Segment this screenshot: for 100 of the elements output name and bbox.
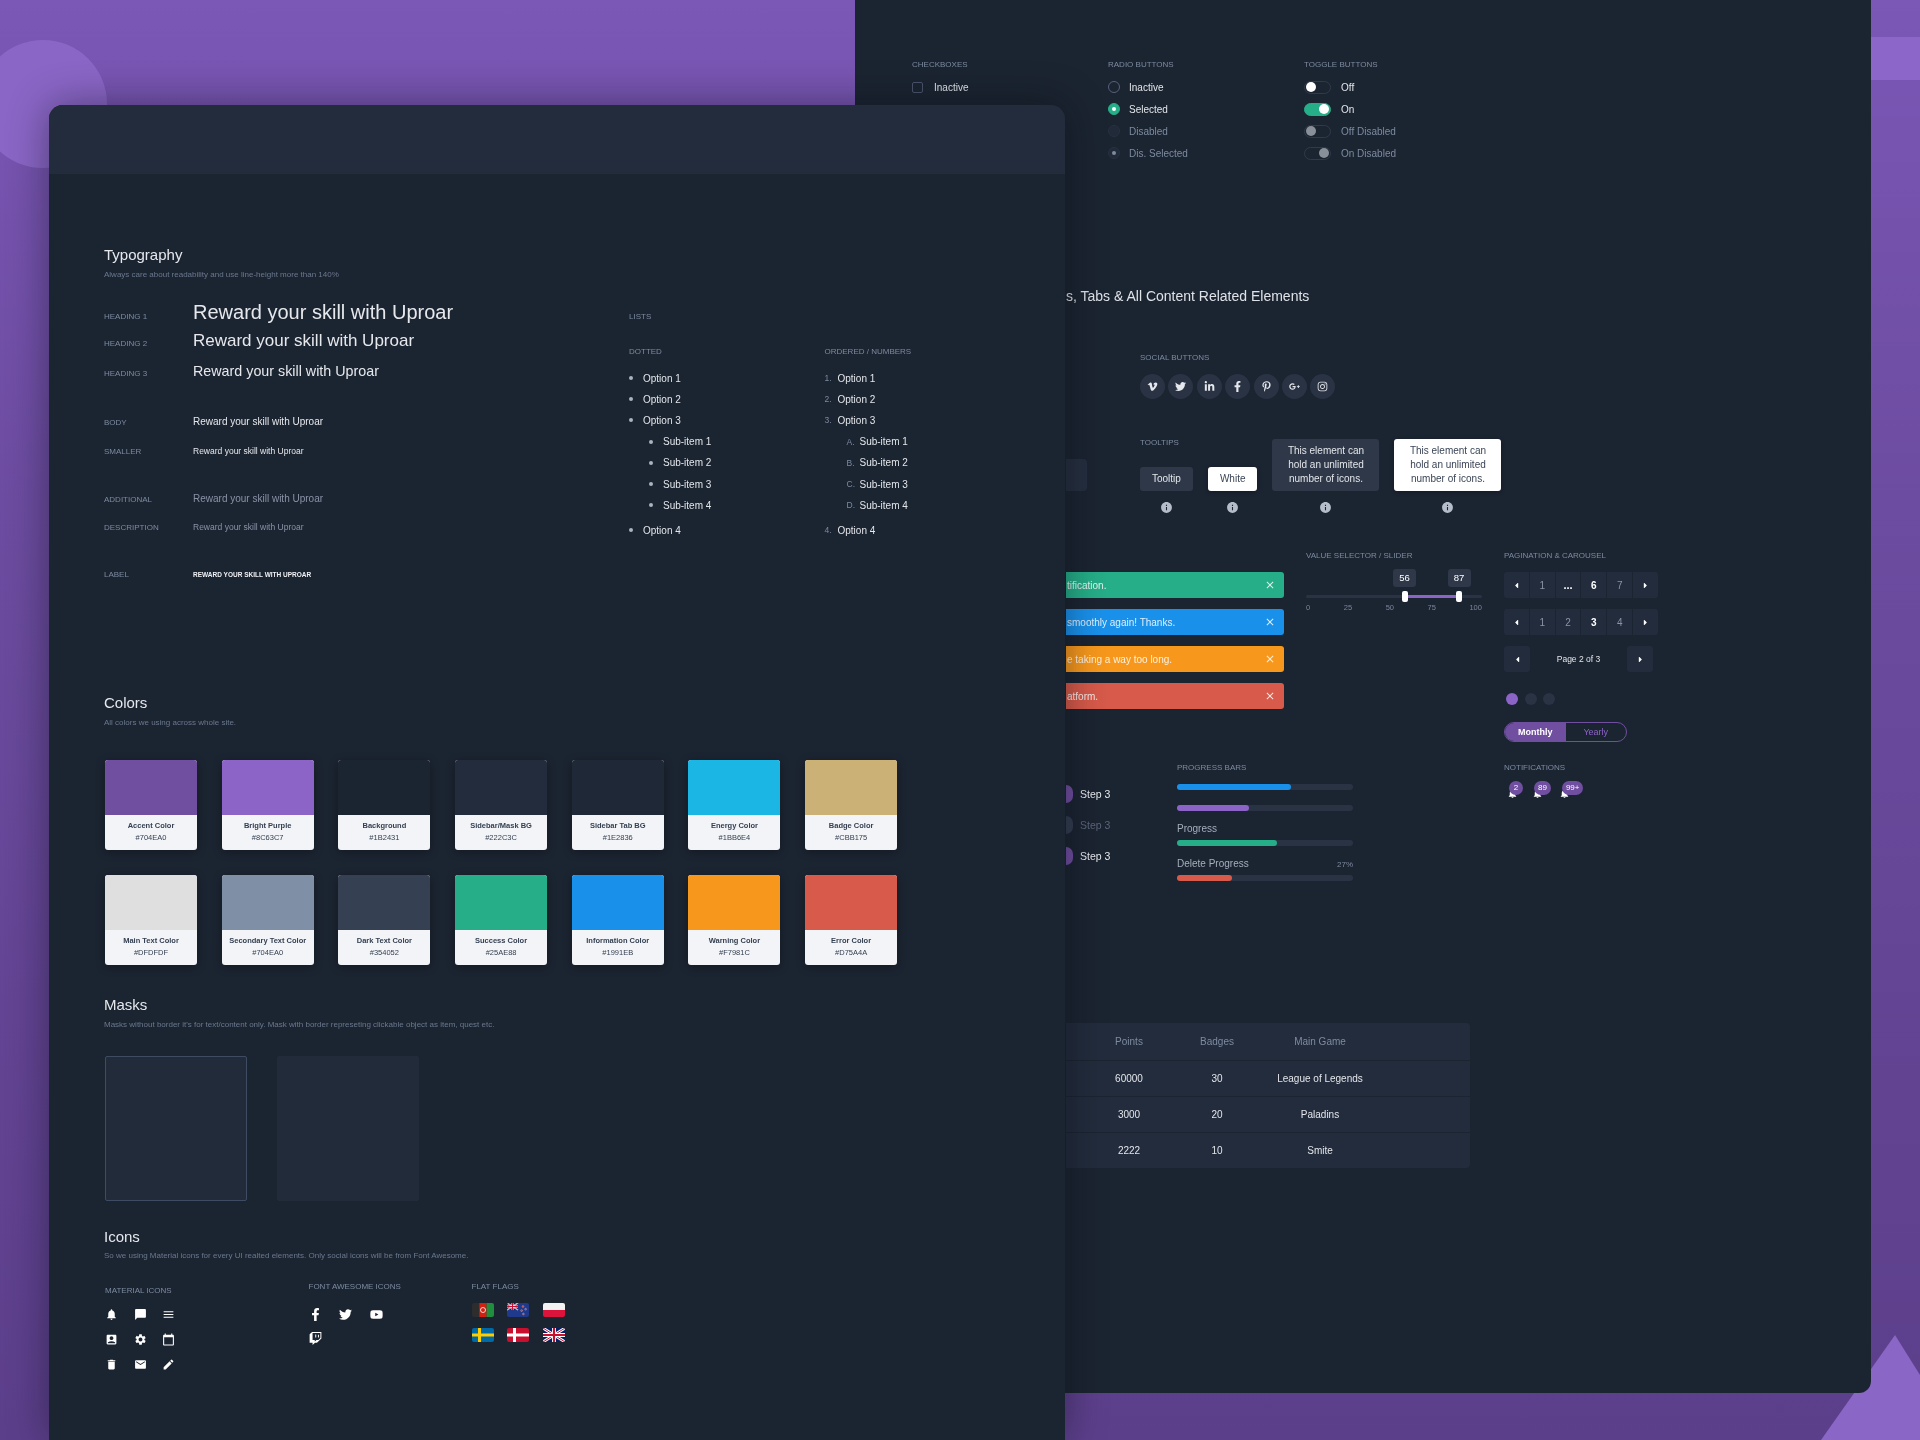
checkbox[interactable] [912,81,923,93]
list-label: ORDERED / NUMBERS [824,346,913,358]
pencil-icon [162,1357,175,1371]
toggle-label: On [1341,103,1355,115]
close-icon[interactable] [1264,616,1276,628]
social-button[interactable] [1281,374,1307,399]
alert-text: e taking a way too long. [1067,653,1173,665]
toggle-label: Off Disabled [1341,125,1396,137]
social-button[interactable] [1196,374,1222,399]
carousel-dot[interactable] [1506,693,1518,705]
toggle-label: Off [1341,81,1355,93]
section-label: CHECKBOXES [912,59,968,71]
list-item: Option 1 [643,372,681,384]
flag-icon [507,1303,529,1317]
style-label: HEADING 1 [104,312,149,322]
bell-icon [105,1307,118,1321]
radio-button[interactable] [1108,103,1120,115]
section-label: MATERIAL ICONS [105,1285,172,1297]
table-cell: 20 [1211,1109,1223,1120]
slider-handle[interactable] [1401,590,1408,602]
list-item: Sub-item 4 [663,499,712,511]
bullet-icon [649,503,653,508]
period-tab[interactable]: Monthly [1505,723,1566,741]
flag-icon [507,1328,529,1342]
bullet-icon [629,397,633,402]
step-label: Step 3 [1080,819,1111,831]
list-label: DOTTED [629,346,663,358]
mail-icon [133,1357,147,1371]
flag-icon [542,1303,565,1317]
social-button[interactable] [1225,374,1251,399]
twitter-icon [339,1307,352,1321]
style-label: LABEL [104,570,130,580]
bullet-icon [649,439,653,444]
flag-icon [471,1303,494,1317]
flag-icon [471,1328,494,1342]
type-sample: Reward your skill with Uproar [193,445,304,457]
toggle-switch[interactable] [1304,102,1331,116]
social-button[interactable] [1310,374,1336,399]
column-header: Badges [1200,1036,1234,1047]
info-icon[interactable] [1159,501,1173,514]
list-item: Option 1 [837,372,876,384]
section-heading: Typography [104,246,183,264]
style-label: DESCRIPTION [104,523,160,533]
list-item: Sub-item 4 [859,499,908,511]
info-icon[interactable] [1441,501,1455,514]
count-badge: 2 [1509,781,1523,795]
list-number: 3. [824,415,833,426]
list-item: Option 2 [837,393,876,405]
page-indicator: Page 2 of 3 [1555,654,1602,664]
section-description: Always care about readability and use line-height more than 140% [104,268,339,280]
list-item: Sub-item 1 [663,436,712,448]
section-label: VALUE SELECTOR / SLIDER [1306,550,1414,562]
type-sample: Reward your skill with Uproar [193,300,454,325]
progress-label: Progress [1177,822,1217,835]
list-number: 1. [824,373,833,384]
list-item: Sub-item 2 [663,457,712,469]
slider-handle[interactable] [1456,590,1463,602]
list-item: Sub-item 3 [663,478,712,490]
social-button[interactable] [1168,374,1194,399]
step-label: Step 3 [1080,850,1111,862]
section-heading: Colors [104,694,148,712]
progress-label: Delete Progress [1177,857,1249,870]
list-letter: B. [846,457,856,468]
close-icon[interactable] [1264,690,1276,702]
settings-icon [133,1332,147,1346]
period-tab[interactable]: Yearly [1565,723,1626,741]
table-cell: Paladins [1300,1109,1340,1120]
youtube-icon [369,1307,383,1321]
table-cell: 3000 [1117,1109,1141,1120]
style-label: BODY [104,418,128,428]
list-item: Sub-item 2 [859,457,908,469]
count-badge: 89 [1534,781,1551,795]
slider-value: 56 [1393,569,1417,587]
style-label: ADDITIONAL [104,495,153,505]
section-description: All colors we using across whole site. [104,716,237,728]
tooltip: Tooltip [1140,467,1193,491]
calendar-icon [162,1332,175,1346]
info-icon[interactable] [1226,501,1240,514]
vimeo-icon [1147,381,1158,392]
type-sample: Reward your skill with Uproar [193,330,415,352]
tooltip: This element can hold an unlimited number of icons. [1272,439,1380,491]
social-button[interactable] [1253,374,1279,399]
table-cell: 2222 [1117,1145,1141,1156]
table-cell: League of Legends [1277,1073,1363,1084]
style-label: HEADING 2 [104,339,149,349]
section-label: TOOLTIPS [1140,437,1179,449]
list-letter: A. [846,436,856,447]
count-badge: 99+ [1561,781,1584,795]
section-label: NOTIFICATIONS [1504,762,1566,774]
toggle-label: On Disabled [1341,147,1397,159]
column-header: Points [1115,1036,1143,1047]
pinterest-icon [1260,381,1272,392]
table-cell: 60000 [1115,1073,1143,1084]
social-button[interactable] [1140,374,1165,399]
section-description: So we using Material icons for every UI realted elements. Only social icons will be from Font Awesome. [104,1249,469,1261]
info-icon[interactable] [1319,501,1333,514]
section-label: PAGINATION & CAROUSEL [1504,550,1606,562]
alert-text: tification. [1067,579,1107,591]
section-label: FLAT FLAGS [471,1281,519,1293]
bullet-icon [629,528,633,533]
